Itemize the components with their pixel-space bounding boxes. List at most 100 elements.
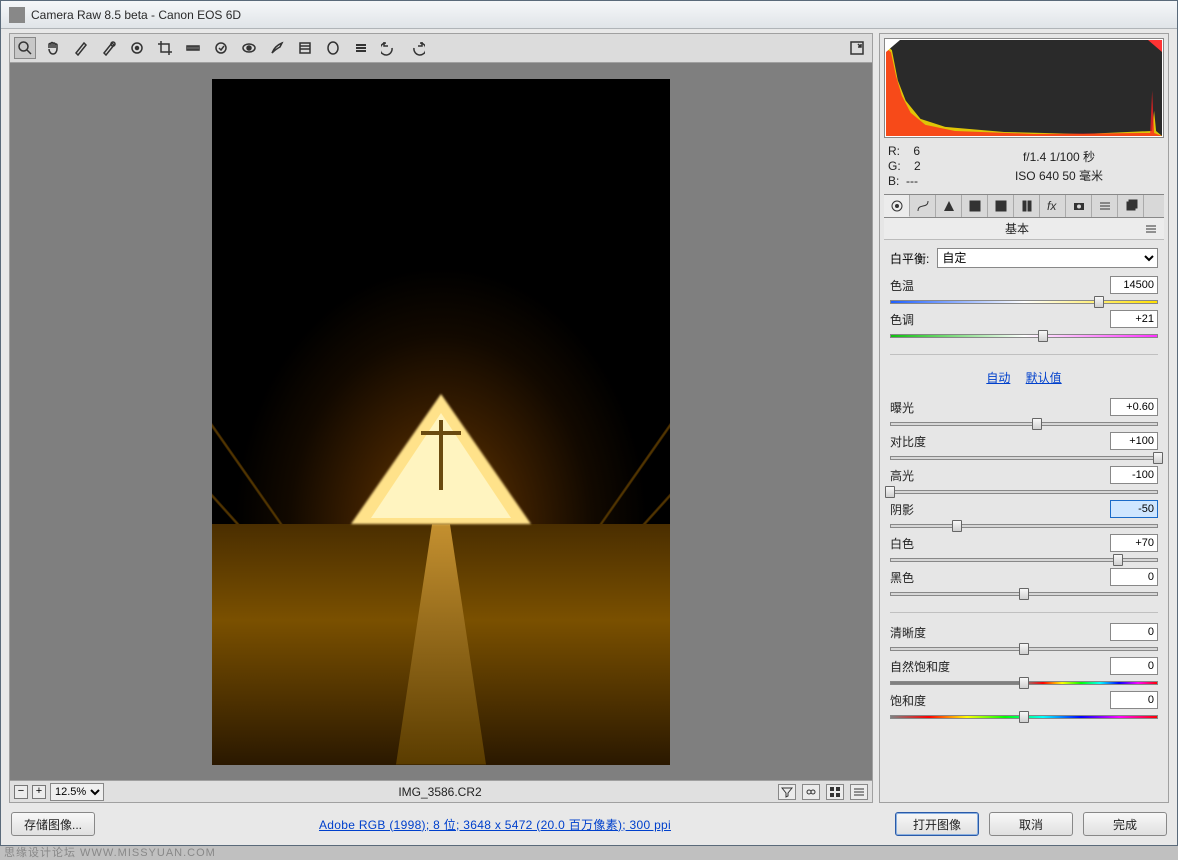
rating-icon[interactable] xyxy=(802,784,820,800)
panel-title-bar: 基本 xyxy=(884,218,1164,240)
exif-meta: f/1.4 1/100 秒 ISO 640 50 毫米 xyxy=(958,144,1160,188)
zoom-out-button[interactable]: − xyxy=(14,785,28,799)
rotate-ccw-icon[interactable] xyxy=(378,37,400,59)
slider-blacks-value[interactable]: 0 xyxy=(1110,568,1158,586)
graduated-filter-tool-icon[interactable] xyxy=(294,37,316,59)
preferences-tool-icon[interactable] xyxy=(350,37,372,59)
adjustment-brush-tool-icon[interactable] xyxy=(266,37,288,59)
tab-presets-icon[interactable] xyxy=(1092,195,1118,217)
slider-whites: 白色 +70 xyxy=(890,534,1158,566)
slider-vibrance-track[interactable] xyxy=(890,677,1158,689)
tab-split-tone-icon[interactable] xyxy=(988,195,1014,217)
white-balance-row: 白平衡: 自定 xyxy=(890,248,1158,268)
slider-saturation-value[interactable]: 0 xyxy=(1110,691,1158,709)
slider-highlights-value[interactable]: -100 xyxy=(1110,466,1158,484)
slider-temp-value[interactable]: 14500 xyxy=(1110,276,1158,294)
tab-lens-icon[interactable] xyxy=(1014,195,1040,217)
app-icon xyxy=(9,7,25,23)
slider-vibrance: 自然饱和度 0 xyxy=(890,657,1158,689)
slider-shadows-value[interactable]: -50 xyxy=(1110,500,1158,518)
cancel-button[interactable]: 取消 xyxy=(989,812,1073,836)
tab-camera-icon[interactable] xyxy=(1066,195,1092,217)
slider-shadows-track[interactable] xyxy=(890,520,1158,532)
filename-label: IMG_3586.CR2 xyxy=(108,785,772,799)
tab-hsl-icon[interactable] xyxy=(962,195,988,217)
grid-view-icon[interactable] xyxy=(826,784,844,800)
auto-default-links: 自动 默认值 xyxy=(890,369,1158,386)
tab-basic-icon[interactable] xyxy=(884,195,910,217)
done-button[interactable]: 完成 xyxy=(1083,812,1167,836)
tab-curve-icon[interactable] xyxy=(910,195,936,217)
slider-vibrance-value[interactable]: 0 xyxy=(1110,657,1158,675)
slider-whites-label: 白色 xyxy=(890,535,1110,552)
toggle-fullscreen-icon[interactable] xyxy=(846,37,868,59)
slider-exposure: 曝光 +0.60 xyxy=(890,398,1158,430)
slider-clarity-track[interactable] xyxy=(890,643,1158,655)
auto-link[interactable]: 自动 xyxy=(986,371,1010,385)
filter-icon[interactable] xyxy=(778,784,796,800)
slider-tint-track[interactable] xyxy=(890,330,1158,342)
slider-saturation: 饱和度 0 xyxy=(890,691,1158,723)
straighten-tool-icon[interactable] xyxy=(182,37,204,59)
save-image-button[interactable]: 存储图像... xyxy=(11,812,95,836)
footer: 存储图像... Adobe RGB (1998); 8 位; 3648 x 54… xyxy=(1,803,1177,845)
slider-shadows: 阴影 -50 xyxy=(890,500,1158,532)
slider-whites-value[interactable]: +70 xyxy=(1110,534,1158,552)
exif-readout: R: 6 G: 2 B: --- f/1.4 1/100 秒 ISO 640 5… xyxy=(880,142,1168,194)
red-eye-tool-icon[interactable] xyxy=(238,37,260,59)
slider-blacks-label: 黑色 xyxy=(890,569,1110,586)
white-balance-select[interactable]: 自定 xyxy=(937,248,1158,268)
basic-panel: 白平衡: 自定 色温 14500 色调 +21 自动 默认值 xyxy=(880,240,1168,802)
body: − + 12.5% IMG_3586.CR2 xyxy=(1,29,1177,803)
tab-snapshots-icon[interactable] xyxy=(1118,195,1144,217)
default-link[interactable]: 默认值 xyxy=(1026,371,1062,385)
slider-saturation-label: 饱和度 xyxy=(890,692,1110,709)
slider-whites-track[interactable] xyxy=(890,554,1158,566)
slider-vibrance-label: 自然饱和度 xyxy=(890,658,1110,675)
tab-fx-icon[interactable]: fx xyxy=(1040,195,1066,217)
slider-contrast-value[interactable]: +100 xyxy=(1110,432,1158,450)
app-window: Camera Raw 8.5 beta - Canon EOS 6D xyxy=(0,0,1178,846)
list-view-icon[interactable] xyxy=(850,784,868,800)
radial-filter-tool-icon[interactable] xyxy=(322,37,344,59)
svg-text:fx: fx xyxy=(1047,199,1057,213)
slider-clarity-value[interactable]: 0 xyxy=(1110,623,1158,641)
zoom-select[interactable]: 12.5% xyxy=(50,783,104,801)
spot-removal-tool-icon[interactable] xyxy=(210,37,232,59)
slider-highlights: 高光 -100 xyxy=(890,466,1158,498)
slider-exposure-track[interactable] xyxy=(890,418,1158,430)
watermark: 思缘设计论坛 WWW.MISSYUAN.COM xyxy=(4,844,216,860)
slider-clarity: 清晰度 0 xyxy=(890,623,1158,655)
slider-saturation-track[interactable] xyxy=(890,711,1158,723)
hand-tool-icon[interactable] xyxy=(42,37,64,59)
slider-temp-label: 色温 xyxy=(890,277,1110,294)
crop-tool-icon[interactable] xyxy=(154,37,176,59)
panel-menu-icon[interactable] xyxy=(1144,222,1158,236)
slider-shadows-label: 阴影 xyxy=(890,501,1110,518)
slider-tint-value[interactable]: +21 xyxy=(1110,310,1158,328)
rotate-cw-icon[interactable] xyxy=(406,37,428,59)
slider-exposure-value[interactable]: +0.60 xyxy=(1110,398,1158,416)
zoom-in-button[interactable]: + xyxy=(32,785,46,799)
open-image-button[interactable]: 打开图像 xyxy=(895,812,979,836)
slider-blacks-track[interactable] xyxy=(890,588,1158,600)
titlebar[interactable]: Camera Raw 8.5 beta - Canon EOS 6D xyxy=(1,1,1177,29)
preview-area[interactable] xyxy=(9,63,873,781)
slider-highlights-track[interactable] xyxy=(890,486,1158,498)
slider-contrast-track[interactable] xyxy=(890,452,1158,464)
workflow-link[interactable]: Adobe RGB (1998); 8 位; 3648 x 5472 (20.0… xyxy=(105,816,885,833)
left-column: − + 12.5% IMG_3586.CR2 xyxy=(9,33,873,803)
slider-temp-track[interactable] xyxy=(890,296,1158,308)
white-balance-tool-icon[interactable] xyxy=(70,37,92,59)
preview-image xyxy=(212,79,670,765)
color-sampler-tool-icon[interactable] xyxy=(98,37,120,59)
window-title: Camera Raw 8.5 beta - Canon EOS 6D xyxy=(31,8,241,22)
histogram[interactable] xyxy=(884,38,1164,138)
slider-tint-label: 色调 xyxy=(890,311,1110,328)
slider-exposure-label: 曝光 xyxy=(890,399,1110,416)
top-toolbar xyxy=(9,33,873,63)
zoom-tool-icon[interactable] xyxy=(14,37,36,59)
targeted-adjustment-tool-icon[interactable] xyxy=(126,37,148,59)
tab-detail-icon[interactable] xyxy=(936,195,962,217)
panel-title: 基本 xyxy=(890,220,1144,237)
